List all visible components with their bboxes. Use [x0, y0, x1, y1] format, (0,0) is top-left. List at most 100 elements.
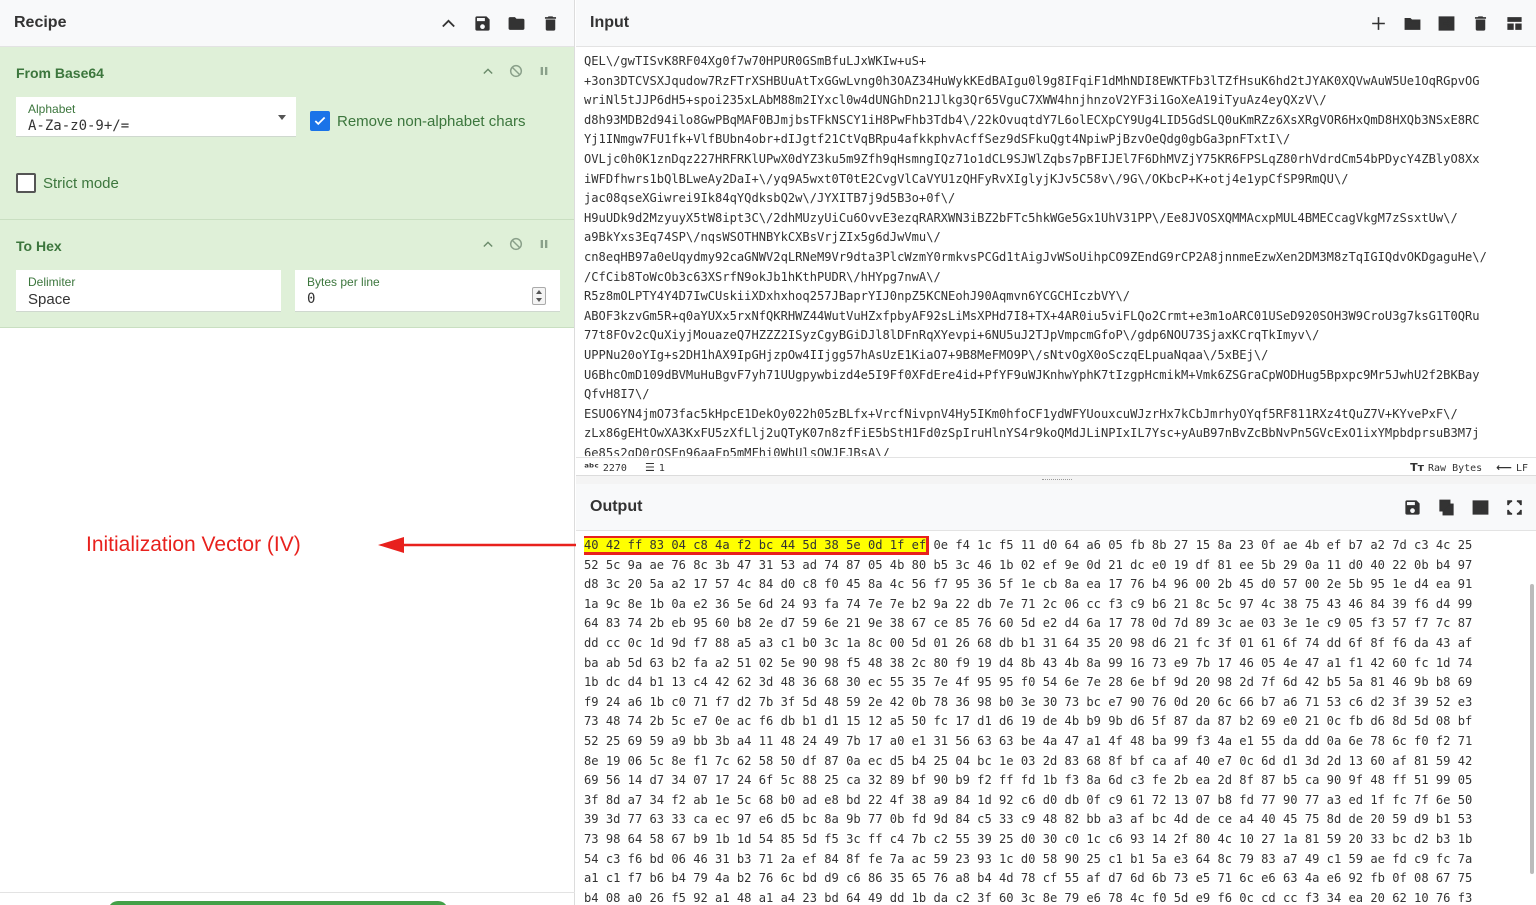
- input-length: ᵃᵇᶜ 2270: [584, 460, 627, 474]
- output-scrollbar[interactable]: [1530, 584, 1534, 874]
- output-header: Output: [576, 484, 1536, 531]
- pause-breakpoint-icon[interactable]: [536, 236, 552, 252]
- number-stepper-icon[interactable]: [532, 287, 546, 305]
- clear-input-trash-icon[interactable]: [1470, 13, 1490, 33]
- output-line: 52 5c 9a ae 76 8c 3b 47 31 53 ad 74 87 0…: [584, 557, 1473, 572]
- input-line: ABOF3kzvGm5R+q0aYUXx5rxNfQKRHWZ44WutVuHZ…: [584, 308, 1480, 323]
- return-arrow-icon: ⟵: [1496, 460, 1512, 474]
- pane-resize-handle[interactable]: [576, 476, 1536, 484]
- output-line: 69 56 14 d7 34 07 17 24 6f 5c 88 25 ca 3…: [584, 773, 1473, 788]
- bytes-per-line-value: 0: [307, 291, 316, 307]
- operation-from-base64: From Base64 Alphabet A-Za-z0-9+/= Remove…: [0, 47, 574, 220]
- encoding-selector[interactable]: Tт Raw Bytes: [1410, 461, 1482, 474]
- output-line: b4 08 a0 26 f5 92 a1 48 a1 a4 23 bd 64 4…: [584, 890, 1473, 905]
- load-recipe-folder-icon[interactable]: [506, 13, 526, 33]
- output-textarea[interactable]: 40 42 ff 83 04 c8 4a f2 bc 44 5d 38 5e 0…: [584, 536, 1532, 905]
- strict-mode-label: Strict mode: [43, 174, 119, 192]
- recipe-pane: Recipe From Base64 Alphabet A-Za-z0-9+/=…: [0, 0, 575, 905]
- bake-button[interactable]: [108, 901, 448, 905]
- delimiter-label: Delimiter: [28, 275, 76, 289]
- input-line: U6BhcOmD109dBVMuHuBgvF7yh71UUgpywbizd4e5…: [584, 367, 1480, 382]
- replace-input-with-output-icon[interactable]: [1470, 497, 1490, 517]
- checkbox-checked-icon[interactable]: [310, 111, 330, 131]
- output-toolbar: [1402, 497, 1524, 517]
- reset-layout-icon[interactable]: [1504, 13, 1524, 33]
- maximize-output-icon[interactable]: [1504, 497, 1524, 517]
- open-file-import-icon[interactable]: [1436, 13, 1456, 33]
- input-line: QfvH8I7\/: [584, 387, 650, 402]
- input-line: zLx86gEHtOwXA3KxFU5zXfLlj2uQTyK07n8zfFiE…: [584, 426, 1480, 441]
- output-line: 73 98 64 58 67 b9 1b 1d 54 85 5d f5 3c f…: [584, 831, 1473, 846]
- output-line: 73 48 74 2b 5c e7 0e ac f6 db b1 d1 15 1…: [584, 714, 1473, 729]
- output-line: 39 3d 77 63 33 ca ec 97 e6 d5 bc 8a 9b 7…: [584, 812, 1473, 827]
- delimiter-select[interactable]: Delimiter Space: [16, 270, 281, 312]
- add-tab-plus-icon[interactable]: [1368, 13, 1388, 33]
- input-line: a9BkYxs3Eq74SP\/nqsWSOTHNBYkCXBsVrjZIx5g…: [584, 230, 941, 245]
- alphabet-value: A-Za-z0-9+/=: [28, 118, 130, 134]
- collapse-chevron-up-icon[interactable]: [480, 236, 496, 252]
- open-folder-icon[interactable]: [1402, 13, 1422, 33]
- input-line: iWFDfhwrs1bQlBLweAy2DaI+\/yq9A5wxt0T0tE2…: [584, 171, 1349, 186]
- input-line: UPPNu20oYIg+s2DH1hAX9IpGHjzpOw4IIjgg57hA…: [584, 347, 1269, 362]
- output-line: ba ab 5d 63 b2 fa a2 51 02 5e 90 98 f5 4…: [584, 655, 1473, 670]
- bytes-per-line-label: Bytes per line: [307, 275, 380, 289]
- input-line: QEL\/gwTISvK8RF04Xg0f7w70HPUR0GSmBfuLJxW…: [584, 54, 927, 68]
- remove-non-alphabet-label: Remove non-alphabet chars: [337, 112, 526, 130]
- input-line: cn8eqHB97a0eUqydmy92caGNWV2qLRNeM9Vr9dta…: [584, 249, 1487, 264]
- output-line: 52 25 69 59 a9 bb 3b a4 11 48 24 49 7b 1…: [584, 733, 1473, 748]
- copy-output-icon[interactable]: [1436, 497, 1456, 517]
- output-line: 1b dc d4 b1 13 c4 42 62 3d 48 36 68 30 e…: [584, 675, 1473, 690]
- input-lines: ☰ 1: [644, 460, 665, 474]
- disable-operation-icon[interactable]: [508, 63, 524, 79]
- recipe-toolbar: [438, 13, 560, 33]
- input-line: 77t8FOv2cQuXiyjMouazeQ7HZZZ2ISyzCgyBGiDJ…: [584, 328, 1320, 343]
- operation-controls: [480, 63, 552, 79]
- operation-title: From Base64: [16, 65, 104, 81]
- output-pane: Output 40 42 ff 83 04 c8 4a f2 bc 44 5d …: [576, 484, 1536, 905]
- input-line: wriNl5tJJP6dH5+spoi235xLAbM88m2IYxcl0w4d…: [584, 93, 1327, 108]
- collapse-chevron-up-icon[interactable]: [480, 63, 496, 79]
- length-icon: ᵃᵇᶜ: [584, 460, 599, 474]
- input-line: jac08qseXGiwrei9Ik84qYQdksbQ2w\/JYXITB7j…: [584, 191, 956, 206]
- disable-operation-icon[interactable]: [508, 236, 524, 252]
- output-line: d8 3c 20 5a a2 17 57 4c 84 d0 c8 f0 45 8…: [584, 577, 1473, 592]
- recipe-title: Recipe: [14, 14, 67, 31]
- bytes-per-line-input[interactable]: Bytes per line 0: [295, 270, 560, 312]
- collapse-chevron-up-icon[interactable]: [438, 13, 458, 33]
- input-line: OVLjc0h0K1znDqz227HRFRKlUPwX0dYZ3ku5m9Zf…: [584, 151, 1480, 166]
- clear-recipe-trash-icon[interactable]: [540, 13, 560, 33]
- input-textarea[interactable]: QEL\/gwTISvK8RF04Xg0f7w70HPUR0GSmBfuLJxW…: [584, 52, 1532, 456]
- lines-icon: ☰: [644, 460, 655, 474]
- pause-breakpoint-icon[interactable]: [536, 63, 552, 79]
- chevron-down-icon: [278, 115, 286, 120]
- output-first-line-rest: 0e f4 1c f5 11 d0 64 a6 05 fb 8b 27 15 8…: [926, 538, 1473, 552]
- input-title: Input: [590, 14, 630, 31]
- eol-selector[interactable]: ⟵ LF: [1496, 461, 1528, 474]
- alphabet-label: Alphabet: [28, 102, 76, 116]
- input-line: R5z8mOLPTY4Y4D7IwCUskiiXDxhxhoq257JBaprY…: [584, 289, 1131, 304]
- input-toolbar: [1368, 13, 1524, 33]
- checkbox-unchecked-icon[interactable]: [16, 173, 36, 193]
- text-encoding-icon: Tт: [1410, 460, 1424, 474]
- remove-non-alphabet-checkbox[interactable]: Remove non-alphabet chars: [310, 111, 525, 131]
- alphabet-select[interactable]: Alphabet A-Za-z0-9+/=: [16, 97, 296, 137]
- iv-annotation-label: Initialization Vector (IV): [86, 533, 301, 556]
- output-line: 54 c3 f6 bd 06 46 31 b3 71 2a ef 84 8f f…: [584, 851, 1473, 866]
- output-line: 3f 8d a7 34 f2 ab 1e 5c 68 b0 ad e8 bd 2…: [584, 792, 1473, 807]
- strict-mode-checkbox[interactable]: Strict mode: [16, 173, 119, 193]
- output-line: 1a 9c 8e 1b 0a e2 36 5e 6d 24 93 fa 74 7…: [584, 596, 1473, 611]
- input-line: +3on3DTCVSXJqudow7RzFTrXSHBUuAtTxGGwLvng…: [584, 73, 1480, 88]
- divider: [0, 892, 575, 893]
- save-recipe-icon[interactable]: [472, 13, 492, 33]
- output-line: 8e 19 06 5c 8e f1 7c 62 58 50 df 87 0a e…: [584, 753, 1473, 768]
- iv-highlight: 40 42 ff 83 04 c8 4a f2 bc 44 5d 38 5e 0…: [584, 536, 930, 555]
- output-line: 64 83 74 2b eb 95 60 b8 2e d7 59 6e 21 9…: [584, 616, 1473, 631]
- input-line: /CfCib8ToWcOb3c63XSrfN9okJb1hKthPUDR\/hH…: [584, 269, 941, 284]
- input-pane: Input QEL\/gwTISvK8RF04Xg0f7w70HPUR0GSmB…: [576, 0, 1536, 476]
- input-line: ESUO6YN4jmO73fac5kHpcE1DekOy022h05zBLfx+…: [584, 406, 1458, 421]
- save-output-icon[interactable]: [1402, 497, 1422, 517]
- input-header: Input: [576, 0, 1536, 47]
- input-line: d8h93MDB2d94ilo8GwPBqMAF0BJmjbsTFkNSCY1i…: [584, 112, 1480, 127]
- annotation-arrow-icon: [378, 537, 582, 553]
- recipe-header: Recipe: [0, 0, 574, 47]
